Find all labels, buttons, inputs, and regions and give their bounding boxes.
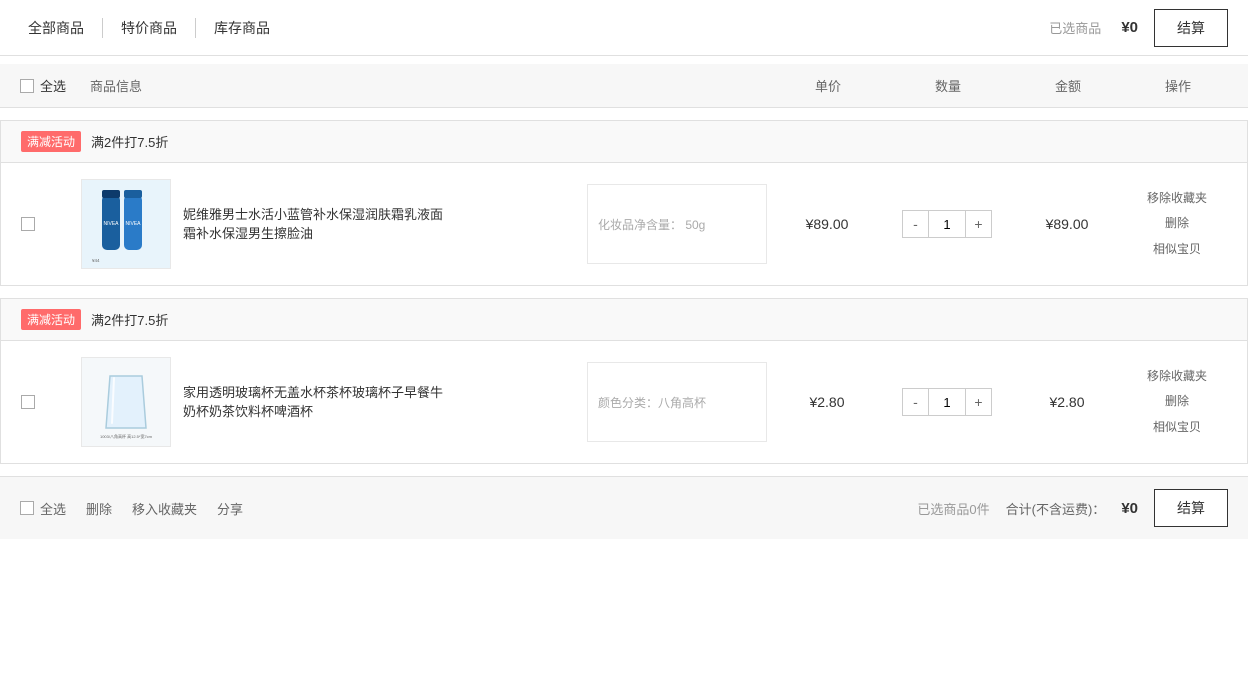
- qty-increase-1[interactable]: +: [965, 211, 991, 237]
- qty-input-2[interactable]: [929, 389, 965, 415]
- bottom-share-button[interactable]: 分享: [217, 499, 243, 518]
- bottom-selected-count: 已选商品0件: [917, 499, 989, 518]
- nav-all-products[interactable]: 全部商品: [20, 18, 103, 38]
- product-image-1: NIVEA NIVEA ¥44: [81, 179, 171, 269]
- header-price: 单价: [768, 76, 888, 95]
- table-row: 1003/八角高杯 高12.5*宽7cm 家用透明玻璃杯无盖水杯茶杯玻璃杯子早餐…: [1, 341, 1247, 463]
- product-amount-2: ¥2.80: [1007, 394, 1127, 410]
- row-select-2: [21, 395, 81, 409]
- group-header-2: 满减活动 满2件打7.5折: [1, 299, 1247, 341]
- header-amount: 金额: [1008, 76, 1128, 95]
- product-spec-2: 颜色分类：八角高杯: [598, 394, 706, 411]
- action-similar-1[interactable]: 相似宝贝: [1153, 239, 1201, 261]
- header-quantity: 数量: [888, 76, 1008, 95]
- qty-decrease-2[interactable]: -: [903, 389, 929, 415]
- product-group-1: 满减活动 满2件打7.5折 NIVEA: [0, 120, 1248, 286]
- top-checkout-button[interactable]: 结算: [1154, 9, 1228, 47]
- product-checkbox-1[interactable]: [21, 217, 35, 231]
- product-title-1: 妮维雅男士水活小蓝管补水保湿润肤霜乳液面霜补水保湿男生擦脸油: [183, 205, 443, 244]
- product-spec-box-1: 化妆品净含量： 50g: [587, 184, 767, 264]
- select-all-label: 全选: [40, 76, 66, 95]
- product-spec-box-2: 颜色分类：八角高杯: [587, 362, 767, 442]
- activity-badge-1: 满减活动: [21, 131, 81, 152]
- product-price-2: ¥2.80: [767, 394, 887, 410]
- activity-badge-2: 满减活动: [21, 309, 81, 330]
- bottom-select-all-checkbox[interactable]: [20, 501, 34, 515]
- product-actions-1: 移除收藏夹 删除 相似宝贝: [1127, 188, 1227, 261]
- product-qty-2: - +: [887, 388, 1007, 416]
- table-row: NIVEA NIVEA ¥44 妮维雅男士水活小蓝管补水保湿润肤霜乳液面霜补水保…: [1, 163, 1247, 285]
- action-remove-fav-1[interactable]: 移除收藏夹: [1147, 188, 1207, 210]
- selected-goods-label: 已选商品: [1049, 18, 1101, 37]
- action-remove-fav-2[interactable]: 移除收藏夹: [1147, 366, 1207, 388]
- bottom-delete-button[interactable]: 删除: [86, 499, 112, 518]
- bottom-total-amount: ¥0: [1121, 500, 1138, 517]
- product-spec-1: 化妆品净含量： 50g: [598, 216, 705, 233]
- header-action: 操作: [1128, 76, 1228, 95]
- bottom-right: 已选商品0件 合计(不含运费)： ¥0 结算: [917, 489, 1228, 527]
- nav-items: 全部商品 特价商品 库存商品: [20, 18, 1049, 38]
- qty-increase-2[interactable]: +: [965, 389, 991, 415]
- glass-cup-svg: 1003/八角高杯 高12.5*宽7cm: [82, 358, 170, 446]
- product-amount-1: ¥89.00: [1007, 216, 1127, 232]
- product-checkbox-2[interactable]: [21, 395, 35, 409]
- action-delete-2[interactable]: 删除: [1165, 391, 1189, 413]
- action-similar-2[interactable]: 相似宝贝: [1153, 417, 1201, 439]
- top-nav: 全部商品 特价商品 库存商品 已选商品 ¥0 结算: [0, 0, 1248, 56]
- group-header-1: 满减活动 满2件打7.5折: [1, 121, 1247, 163]
- bottom-total-label: 合计(不含运费)：: [1006, 499, 1106, 518]
- header-product-info: 商品信息: [80, 76, 768, 95]
- bottom-checkout-button[interactable]: 结算: [1154, 489, 1228, 527]
- action-delete-1[interactable]: 删除: [1165, 213, 1189, 235]
- bottom-select-all-label[interactable]: 全选: [40, 499, 66, 518]
- nav-right: 已选商品 ¥0 结算: [1049, 9, 1228, 47]
- row-select-1: [21, 217, 81, 231]
- header-select: 全选: [20, 76, 80, 95]
- product-actions-2: 移除收藏夹 删除 相似宝贝: [1127, 366, 1227, 439]
- svg-text:1003/八角高杯 高12.5*宽7cm: 1003/八角高杯 高12.5*宽7cm: [100, 433, 153, 439]
- product-info-1: NIVEA NIVEA ¥44 妮维雅男士水活小蓝管补水保湿润肤霜乳液面霜补水保…: [81, 179, 587, 269]
- bottom-select-all: 全选: [20, 499, 66, 518]
- nav-sale-products[interactable]: 特价商品: [103, 18, 196, 38]
- activity-desc-1: 满2件打7.5折: [91, 132, 168, 151]
- table-header: 全选 商品信息 单价 数量 金额 操作: [0, 64, 1248, 108]
- svg-text:NIVEA: NIVEA: [125, 221, 141, 227]
- qty-input-1[interactable]: [929, 211, 965, 237]
- bottom-bar: 全选 删除 移入收藏夹 分享 已选商品0件 合计(不含运费)： ¥0 结算: [0, 476, 1248, 539]
- qty-control-1: - +: [902, 210, 992, 238]
- activity-desc-2: 满2件打7.5折: [91, 310, 168, 329]
- product-info-2: 1003/八角高杯 高12.5*宽7cm 家用透明玻璃杯无盖水杯茶杯玻璃杯子早餐…: [81, 357, 587, 447]
- svg-text:¥44: ¥44: [92, 258, 100, 263]
- nav-stock-products[interactable]: 库存商品: [196, 18, 288, 38]
- bottom-move-fav-button[interactable]: 移入收藏夹: [132, 499, 197, 518]
- qty-decrease-1[interactable]: -: [903, 211, 929, 237]
- nivea-product-svg: NIVEA NIVEA ¥44: [82, 180, 170, 268]
- product-group-2: 满减活动 满2件打7.5折 1003/八角高杯 高12.5*宽7cm: [0, 298, 1248, 464]
- bottom-left: 全选 删除 移入收藏夹 分享: [20, 499, 243, 518]
- product-price-1: ¥89.00: [767, 216, 887, 232]
- qty-control-2: - +: [902, 388, 992, 416]
- select-all-checkbox[interactable]: [20, 79, 34, 93]
- product-image-2: 1003/八角高杯 高12.5*宽7cm: [81, 357, 171, 447]
- product-title-2: 家用透明玻璃杯无盖水杯茶杯玻璃杯子早餐牛奶杯奶茶饮料杯啤酒杯: [183, 383, 443, 422]
- svg-text:NIVEA: NIVEA: [103, 221, 119, 227]
- selected-goods-amount: ¥0: [1121, 19, 1138, 36]
- product-qty-1: - +: [887, 210, 1007, 238]
